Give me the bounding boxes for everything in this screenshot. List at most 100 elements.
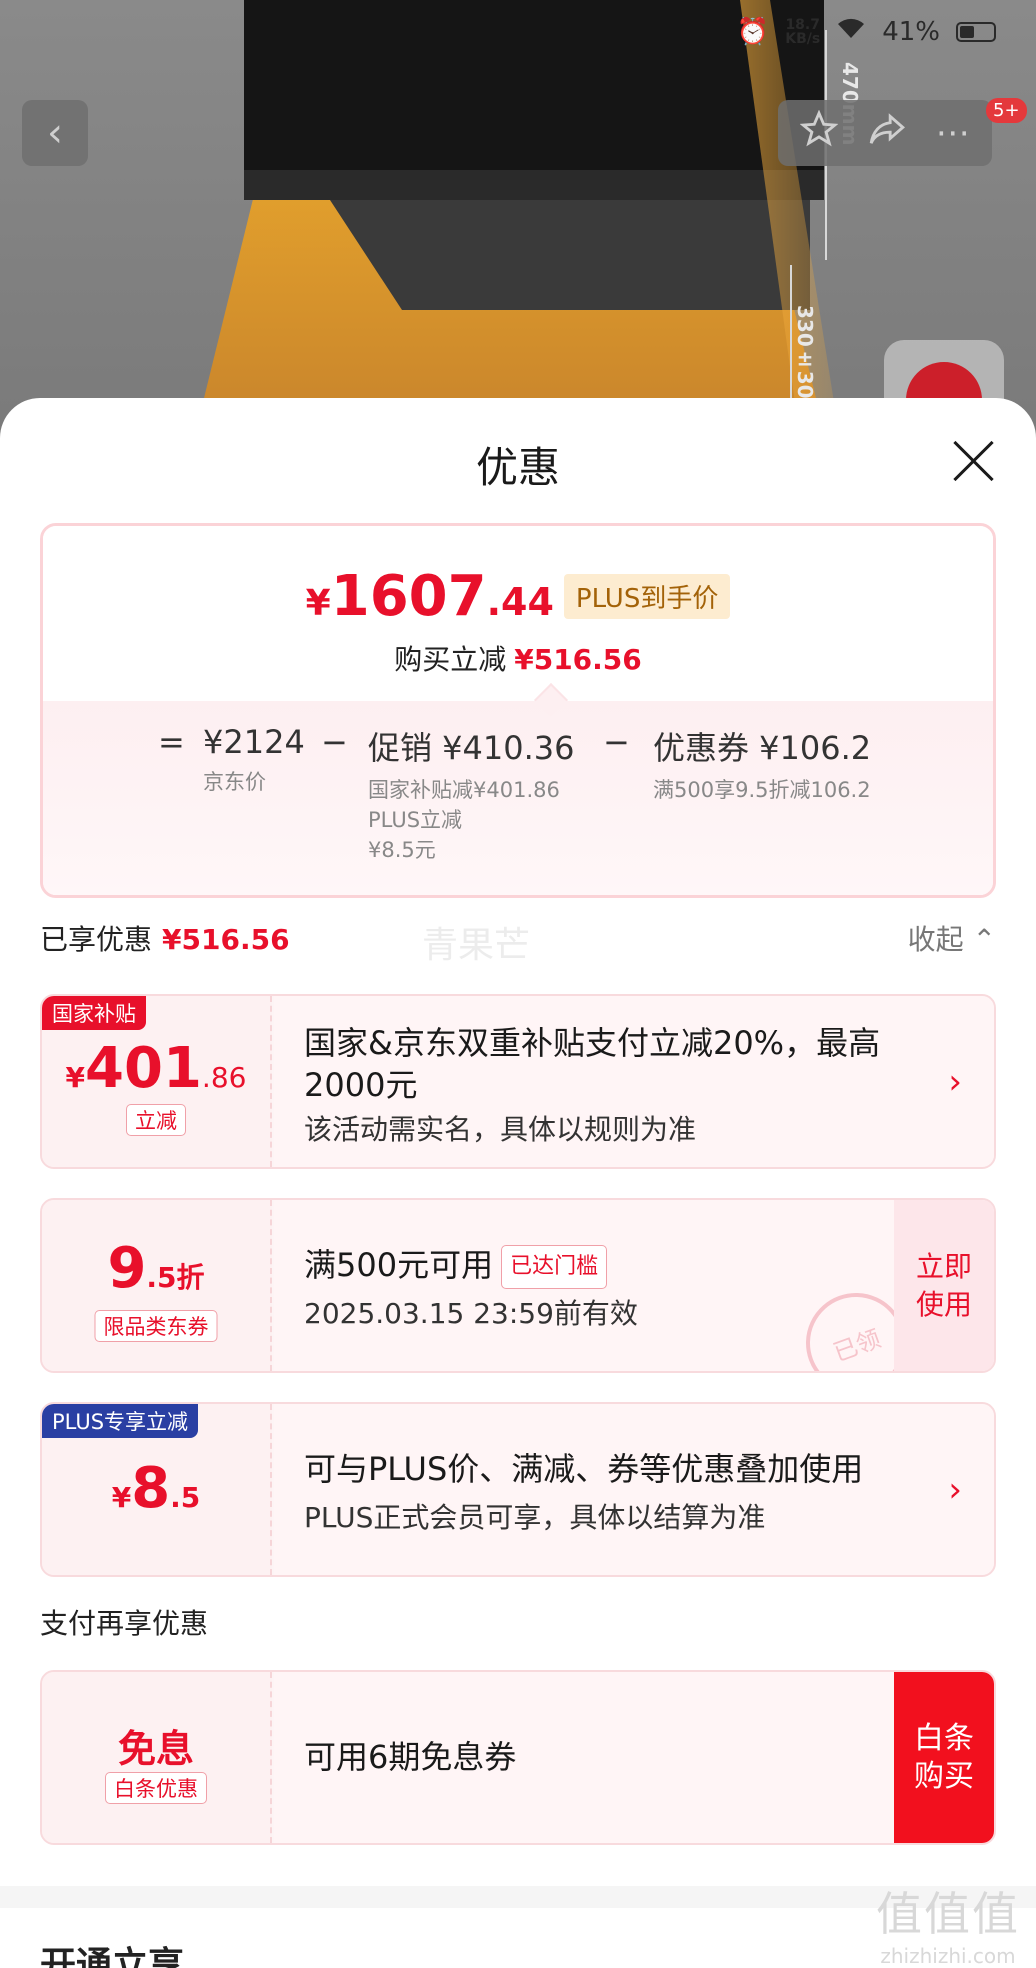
chevron-right-icon: ›: [948, 1469, 962, 1510]
message-count-badge: 5+: [986, 98, 1027, 123]
subsidy-currency: ¥: [65, 1061, 86, 1094]
baitiao-card-right: 可用6期免息券 白条 购买: [274, 1672, 994, 1843]
formula-minus-1: −: [321, 723, 348, 761]
alarm-icon: ⏰: [736, 16, 770, 47]
enjoyed-label: 已享优惠: [40, 923, 153, 956]
subsidy-subtitle: 该活动需实名，具体以规则为准: [304, 1113, 697, 1146]
plus-amount-dec: .5: [170, 1481, 201, 1514]
subsidy-amount-int: 401: [85, 1036, 202, 1101]
close-icon[interactable]: [948, 436, 998, 486]
dimension-label-bottom: 330±30: [793, 305, 817, 399]
final-price-currency: ¥: [305, 583, 331, 624]
pay-section-label: 支付再享优惠: [40, 1607, 209, 1640]
open-membership-title: 开通立享: [40, 1945, 185, 1968]
threshold-reached-tag: 已达门槛: [501, 1245, 608, 1289]
promo-value: 促销 ¥410.36: [368, 729, 575, 767]
dimension-line-bottom: [790, 265, 792, 405]
plus-subtitle: PLUS正式会员可享，具体以结算为准: [304, 1501, 766, 1534]
jd-price-label: 京东价: [203, 770, 266, 794]
plus-title: 可与PLUS价、满减、券等优惠叠加使用: [304, 1450, 864, 1488]
discount-amount: 9.5折: [42, 1236, 270, 1301]
status-bar: ⏰ 18.7 KB/s 41%: [737, 16, 996, 47]
network-speed: 18.7 KB/s: [785, 18, 820, 46]
baitiao-card: 免息 白条优惠 可用6期免息券 白条 购买: [40, 1670, 996, 1845]
subsidy-amount-dec: .86: [201, 1061, 247, 1094]
price-summary-card: ¥ 1607 .44 PLUS到手价 购买立减 ¥516.56 = ¥2124 京…: [40, 523, 996, 898]
coupon-detail: 满500享9.5折减106.2: [653, 778, 871, 802]
share-icon[interactable]: [867, 110, 907, 157]
enjoyed-value: ¥516.56: [162, 923, 290, 956]
range-hood-control-strip: [244, 170, 824, 200]
final-price-integer: 1607: [330, 564, 487, 629]
enjoyed-discount-row: 已享优惠 ¥516.56 收起 ⌃: [40, 918, 996, 968]
discount-amount-int: 9: [107, 1236, 147, 1301]
coupon-value: 优惠券 ¥106.2: [653, 729, 872, 767]
jd-price-value: ¥2124: [203, 723, 305, 761]
subsidy-card[interactable]: 国家补贴 ¥401.86 立减 国家&京东双重补贴支付立减20%，最高2000元…: [40, 994, 996, 1169]
price-formula: = ¥2124 京东价 − 促销 ¥410.36 国家补贴减¥401.86 PL…: [43, 723, 993, 895]
plus-discount-card[interactable]: PLUS专享立减 ¥8.5 可与PLUS价、满减、券等优惠叠加使用 PLUS正式…: [40, 1402, 996, 1577]
discount-amount-dec: .5折: [146, 1261, 205, 1294]
discount-sheet: 优惠 ¥ 1607 .44 PLUS到手价 购买立减 ¥516.56 = ¥212…: [0, 398, 1036, 1968]
formula-equals: =: [158, 723, 185, 761]
final-price-decimal: .44: [486, 580, 554, 624]
battery-percent: 41%: [882, 16, 940, 47]
subsidy-tag: 国家补贴: [42, 996, 146, 1030]
subsidy-card-right: 国家&京东双重补贴支付立减20%，最高2000元 该活动需实名，具体以规则为准 …: [274, 996, 994, 1167]
discount-expiry: 2025.03.15 23:59前有效: [304, 1297, 638, 1330]
back-icon: ‹: [47, 110, 63, 156]
wifi-icon: [836, 16, 866, 47]
subsidy-card-left: 国家补贴 ¥401.86 立减: [42, 996, 272, 1167]
collapse-button[interactable]: 收起 ⌃: [908, 918, 996, 958]
plus-amount: ¥8.5: [42, 1456, 270, 1521]
formula-jd-price: ¥2124 京东价: [203, 723, 305, 797]
summary-top: ¥ 1607 .44 PLUS到手价 购买立减 ¥516.56: [43, 526, 993, 701]
plus-price-tag: PLUS到手价: [563, 574, 731, 619]
final-price: ¥ 1607 .44 PLUS到手价: [43, 564, 993, 629]
baitiao-interest-free: 免息: [117, 1727, 194, 1771]
discount-title-row: 满500元可用 已达门槛: [304, 1244, 874, 1289]
baitiao-buy-button[interactable]: 白条 购买: [894, 1672, 994, 1843]
site-watermark-url: zhizhizhi.com: [880, 1944, 1016, 1968]
plus-card-right: 可与PLUS价、满减、券等优惠叠加使用 PLUS正式会员可享，具体以结算为准 ›: [274, 1404, 994, 1575]
subsidy-type-tag: 立减: [126, 1104, 186, 1136]
battery-icon: [956, 21, 996, 42]
promo-plus-value: ¥8.5元: [368, 838, 436, 862]
plus-exclusive-tag: PLUS专享立减: [42, 1404, 199, 1438]
price-formula-area: = ¥2124 京东价 − 促销 ¥410.36 国家补贴减¥401.86 PL…: [43, 701, 993, 895]
discount-type-tag: 限品类东券: [94, 1310, 218, 1342]
baitiao-card-left: 免息 白条优惠: [42, 1672, 272, 1843]
plus-currency: ¥: [111, 1481, 132, 1514]
use-now-button[interactable]: 立即 使用: [894, 1200, 994, 1371]
formula-promo: 促销 ¥410.36 国家补贴减¥401.86 PLUS立减 ¥8.5元: [368, 723, 575, 865]
range-hood-body: [330, 200, 810, 310]
baitiao-tag: 白条优惠: [105, 1772, 207, 1804]
baitiao-title: 可用6期免息券: [304, 1738, 517, 1776]
discount-card-right: 满500元可用 已达门槛 2025.03.15 23:59前有效 已领 立即 使用: [274, 1200, 994, 1371]
chevron-right-icon: ›: [948, 1061, 962, 1102]
promo-subsidy: 国家补贴减¥401.86: [368, 778, 560, 802]
formula-minus-2: −: [603, 723, 630, 761]
network-speed-unit: KB/s: [785, 30, 821, 47]
total-saving-value: ¥516.56: [514, 643, 642, 676]
discount-card-left: 9.5折 限品类东券: [42, 1200, 272, 1371]
site-watermark: 值值值 zhizhizhi.com: [876, 1878, 1020, 1968]
site-watermark-logo: 值值值: [876, 1887, 1020, 1941]
formula-coupon: 优惠券 ¥106.2 满500享9.5折减106.2: [653, 723, 871, 805]
chevron-up-icon: ⌃: [972, 923, 996, 956]
promo-plus-label: PLUS立减: [368, 808, 463, 832]
more-icon[interactable]: ⋯: [936, 113, 970, 153]
collapse-label: 收起: [907, 923, 964, 956]
subsidy-amount: ¥401.86: [42, 1036, 270, 1101]
nav-action-group: ⋯: [778, 100, 992, 166]
plus-amount-int: 8: [131, 1456, 171, 1521]
discount-title: 满500元可用: [304, 1246, 494, 1284]
sheet-title: 优惠: [475, 443, 560, 492]
subsidy-title: 国家&京东双重补贴支付立减20%，最高2000元: [304, 1024, 881, 1104]
back-button[interactable]: ‹: [22, 100, 88, 166]
discount-coupon-card: 9.5折 限品类东券 满500元可用 已达门槛 2025.03.15 23:59前…: [40, 1198, 996, 1373]
plus-card-left: PLUS专享立减 ¥8.5: [42, 1404, 272, 1575]
total-saving: 购买立减 ¥516.56: [43, 638, 993, 678]
product-image-background: 470mm 330±30: [0, 0, 1036, 440]
favorite-star-icon[interactable]: [799, 109, 839, 157]
